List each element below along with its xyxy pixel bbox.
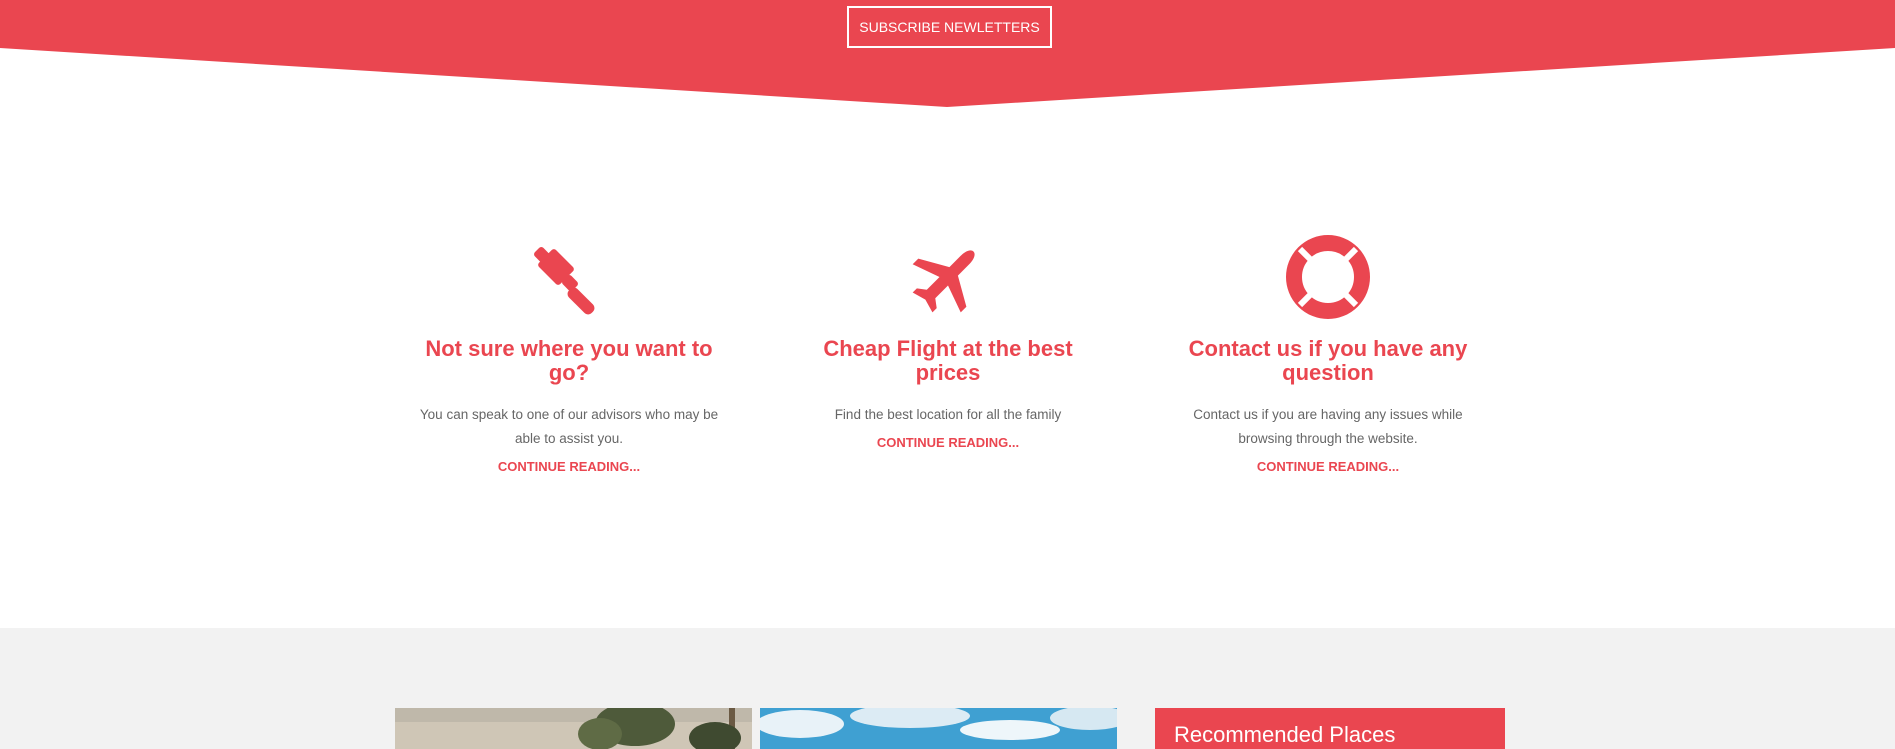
plane-icon — [912, 250, 975, 313]
life-ring-icon — [1286, 235, 1370, 319]
feature-title: Contact us if you have any question — [1188, 336, 1468, 385]
features-section: Not sure where you want to go? You can s… — [0, 235, 1895, 535]
feature-flights: Cheap Flight at the best prices Find the… — [778, 235, 1118, 452]
feature-advisors: Not sure where you want to go? You can s… — [399, 235, 739, 476]
continue-reading-link[interactable]: CONTINUE READING... — [498, 459, 640, 474]
continue-reading-link[interactable]: CONTINUE READING... — [877, 435, 1019, 450]
continue-reading-link[interactable]: CONTINUE READING... — [1257, 459, 1399, 474]
feature-text: Find the best location for all the famil… — [834, 407, 1062, 422]
subscribe-newsletters-button[interactable]: SUBSCRIBE NEWLETTERS — [847, 6, 1052, 48]
place-photo[interactable] — [760, 708, 1117, 749]
recommended-places-title: Recommended Places — [1174, 722, 1396, 747]
feature-contact: Contact us if you have any question Cont… — [1158, 235, 1498, 476]
feature-title: Not sure where you want to go? — [425, 336, 713, 385]
feature-text: You can speak to one of our advisors who… — [419, 407, 719, 446]
recommended-places-panel: Recommended Places — [1155, 708, 1505, 749]
feature-title: Cheap Flight at the best prices — [823, 336, 1073, 385]
feature-text: Contact us if you are having any issues … — [1193, 407, 1463, 446]
place-photo[interactable] — [395, 708, 752, 749]
gavel-icon — [534, 247, 595, 315]
